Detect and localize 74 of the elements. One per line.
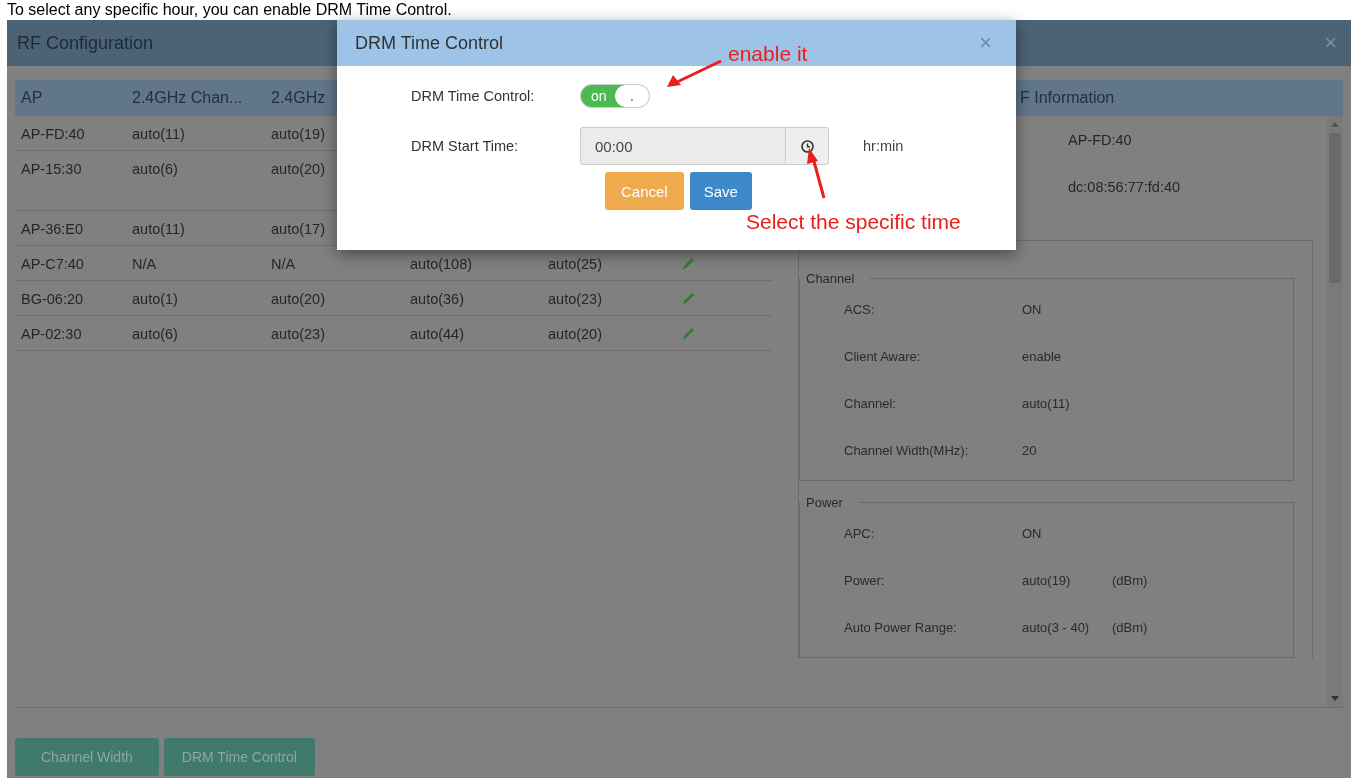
info-label: Client Aware:: [843, 349, 922, 364]
footer-button[interactable]: Channel Width: [15, 738, 159, 776]
panel-title: F Information: [1019, 89, 1116, 107]
scroll-down-icon[interactable]: [1331, 696, 1339, 701]
table-cell-text: AP-36:E0: [20, 221, 85, 237]
table-cell-text: auto(108): [409, 256, 474, 272]
dialog-title: DRM Time Control: [355, 32, 504, 54]
annotation-text: Select the specific time: [746, 210, 961, 234]
pencil-icon[interactable]: [682, 292, 695, 305]
footer-button[interactable]: DRM Time Control: [163, 738, 315, 776]
table-cell-text: AP-FD:40: [20, 126, 86, 142]
window-title: RF Configuration: [17, 32, 154, 54]
pencil-icon[interactable]: [682, 327, 695, 340]
toggle-switch[interactable]: on .: [580, 84, 650, 108]
table-cell-text: auto(11): [131, 126, 186, 142]
unit-label: (dBm): [1112, 620, 1148, 635]
info-value: 20: [1022, 443, 1038, 458]
info-value: ON: [1022, 302, 1043, 317]
info-label: Auto Power Range:: [843, 620, 958, 635]
table-cell-text: auto(25): [547, 256, 603, 272]
table-cell-text: auto(23): [270, 326, 326, 342]
info-value: dc:08:56:77:fd:40: [1068, 178, 1181, 195]
group-legend: Power: [800, 495, 859, 510]
save-button[interactable]: Save: [689, 172, 752, 210]
info-label: Power:: [843, 573, 886, 588]
column-header: 2.4GHz: [270, 89, 327, 107]
table-cell-text: auto(23): [547, 291, 603, 307]
info-value: auto(11): [1022, 396, 1071, 411]
table-cell-text: BG-06:20: [20, 291, 85, 307]
clock-button[interactable]: [785, 127, 829, 165]
table-cell-text: auto(17): [270, 221, 326, 237]
scroll-up-icon[interactable]: [1331, 122, 1339, 127]
info-label: ACS:: [843, 302, 876, 317]
scrollbar[interactable]: [1327, 116, 1343, 707]
table-cell-text: N/A: [131, 256, 158, 272]
unit-label: hr:min: [863, 138, 904, 154]
clock-icon: [800, 139, 814, 153]
caption-text: To select any specific hour, you can enable DRM Time Control.: [6, 0, 453, 20]
arrow: [807, 148, 826, 199]
info-label: Channel Width(MHz):: [843, 443, 970, 458]
table-cell-text: AP-02:30: [20, 326, 83, 342]
table-cell-text: N/A: [270, 256, 297, 272]
table-cell-text: auto(6): [131, 161, 179, 177]
table-cell-text: auto(6): [131, 326, 179, 342]
close-button[interactable]: ×: [1320, 30, 1341, 56]
table-cell-text: AP-15:30: [20, 161, 83, 177]
table-cell-text: auto(20): [270, 291, 326, 307]
info-label: APC:: [843, 526, 876, 541]
info-value: enable: [1022, 349, 1063, 364]
table-cell-text: auto(19): [270, 126, 326, 142]
info-value: ON: [1022, 526, 1043, 541]
cancel-button[interactable]: Cancel: [605, 172, 684, 210]
info-label: Channel:: [843, 396, 898, 411]
unit-label: (dBm): [1112, 573, 1148, 588]
field-label: DRM Start Time:: [410, 138, 520, 154]
table-cell-text: auto(20): [270, 161, 326, 177]
column-header: 2.4GHz Chan...: [131, 89, 244, 107]
table-cell-text: auto(20): [547, 326, 603, 342]
table-cell-text: auto(44): [409, 326, 465, 342]
column-header: AP: [20, 89, 44, 107]
info-value: AP-FD:40: [1068, 131, 1132, 148]
close-button[interactable]: ×: [973, 29, 998, 57]
table-cell-text: AP-C7:40: [20, 256, 85, 272]
arrow: [667, 59, 722, 87]
time-field[interactable]: 00:00: [580, 127, 785, 165]
annotation-text: enable it: [728, 42, 808, 66]
group-legend: Channel: [800, 271, 871, 286]
table-cell-text: auto(1): [131, 291, 179, 307]
info-value: auto(19): [1022, 573, 1072, 588]
field-label: DRM Time Control:: [410, 88, 536, 104]
table-cell-text: auto(11): [131, 221, 186, 237]
table-cell-text: auto(36): [409, 291, 465, 307]
info-value: auto(3 - 40): [1022, 620, 1091, 635]
pencil-icon[interactable]: [682, 257, 695, 270]
